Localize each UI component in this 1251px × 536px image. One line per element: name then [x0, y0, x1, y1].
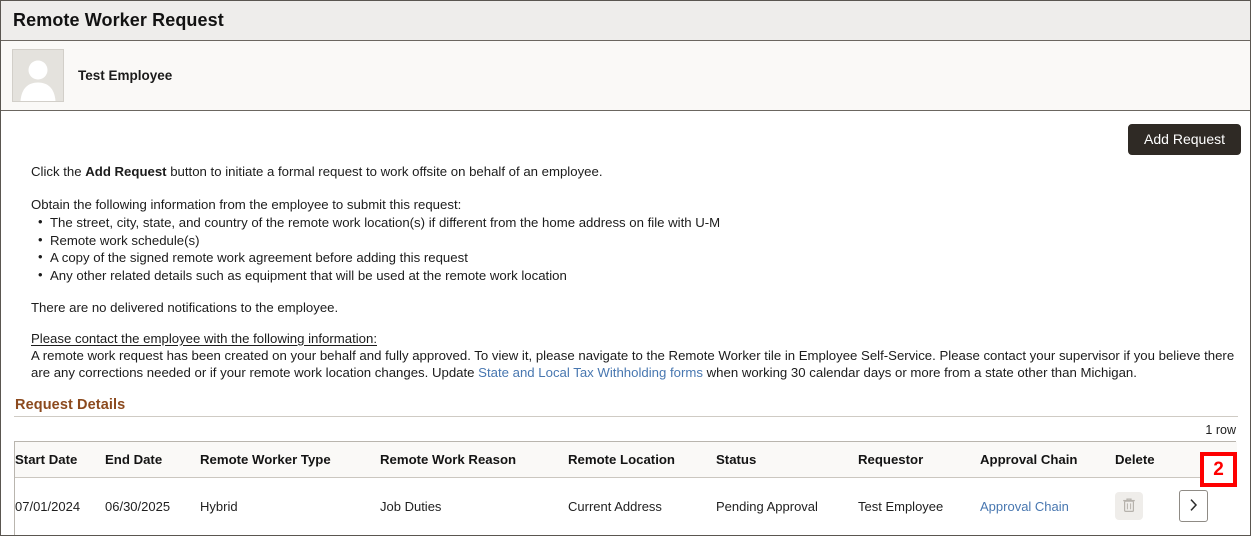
cell-delete — [1115, 477, 1179, 535]
cell-remote-location: Current Address — [568, 477, 716, 535]
column-header-start-date[interactable]: Start Date — [15, 442, 105, 479]
cell-remote-worker-type: Hybrid — [200, 477, 380, 535]
state-local-tax-withholding-link[interactable]: State and Local Tax Withholding forms — [478, 365, 703, 380]
intro-text-strong: Add Request — [85, 164, 167, 179]
requirements-list: The street, city, state, and country of … — [31, 214, 1236, 285]
page-title: Remote Worker Request — [13, 10, 224, 30]
cell-start-date: 07/01/2024 — [15, 477, 105, 535]
annotation-badge-2: 2 — [1200, 452, 1237, 487]
cell-status: Pending Approval — [716, 477, 858, 535]
list-item: Any other related details such as equipm… — [38, 267, 1236, 285]
cell-requestor: Test Employee — [858, 477, 980, 535]
contact-paragraph: A remote work request has been created o… — [31, 348, 1236, 382]
intro-text-after: button to initiate a formal request to w… — [166, 164, 603, 179]
remote-worker-request-page: Remote Worker Request Test Employee Add … — [0, 0, 1251, 536]
approval-chain-link[interactable]: Approval Chain — [980, 499, 1069, 514]
chevron-right-icon — [1189, 498, 1198, 515]
page-header: Remote Worker Request — [1, 1, 1250, 41]
column-header-remote-work-reason[interactable]: Remote Work Reason — [380, 442, 568, 479]
row-detail-button[interactable] — [1179, 490, 1208, 523]
intro-paragraph: Click the Add Request button to initiate… — [31, 164, 1236, 181]
request-details-title: Request Details — [15, 397, 126, 414]
column-header-approval-chain[interactable]: Approval Chain — [980, 442, 1115, 479]
contact-body-part-2: when working 30 calendar days or more fr… — [702, 364, 1137, 380]
main-content: Add Request Click the Add Request button… — [1, 111, 1250, 535]
intro-text-before: Click the — [31, 164, 86, 179]
cell-remote-work-reason: Job Duties — [380, 477, 568, 535]
trash-icon — [1122, 497, 1136, 516]
employee-bar: Test Employee — [1, 41, 1250, 111]
avatar — [12, 49, 64, 102]
list-item: The street, city, state, and country of … — [38, 214, 1236, 232]
list-item: Remote work schedule(s) — [38, 232, 1236, 250]
contact-heading: Please contact the employee with the fol… — [31, 330, 377, 346]
list-item: A copy of the signed remote work agreeme… — [38, 249, 1236, 267]
delete-row-button[interactable] — [1115, 492, 1143, 521]
request-details-grid: Start Date End Date Remote Worker Type R… — [14, 441, 1237, 535]
column-header-remote-worker-type[interactable]: Remote Worker Type — [200, 442, 380, 479]
action-bar: Add Request — [1, 111, 1250, 155]
instructions-block: Click the Add Request button to initiate… — [1, 164, 1250, 381]
column-header-requestor[interactable]: Requestor — [858, 442, 980, 479]
column-header-delete[interactable]: Delete — [1115, 442, 1179, 479]
table-header-row: Start Date End Date Remote Worker Type R… — [15, 442, 1237, 479]
table-row[interactable]: 07/01/2024 06/30/2025 Hybrid Job Duties … — [15, 477, 1237, 535]
cell-approval-chain: Approval Chain — [980, 477, 1115, 535]
add-request-button[interactable]: Add Request — [1128, 124, 1241, 155]
column-header-remote-location[interactable]: Remote Location — [568, 442, 716, 479]
person-placeholder-icon — [15, 55, 61, 101]
row-count-label: 1 row — [1205, 423, 1236, 438]
employee-name: Test Employee — [78, 68, 173, 83]
no-notifications-text: There are no delivered notifications to … — [31, 299, 339, 315]
cell-end-date: 06/30/2025 — [105, 477, 200, 535]
column-header-end-date[interactable]: End Date — [105, 442, 200, 479]
column-header-status[interactable]: Status — [716, 442, 858, 479]
obtain-heading: Obtain the following information from th… — [31, 196, 462, 212]
